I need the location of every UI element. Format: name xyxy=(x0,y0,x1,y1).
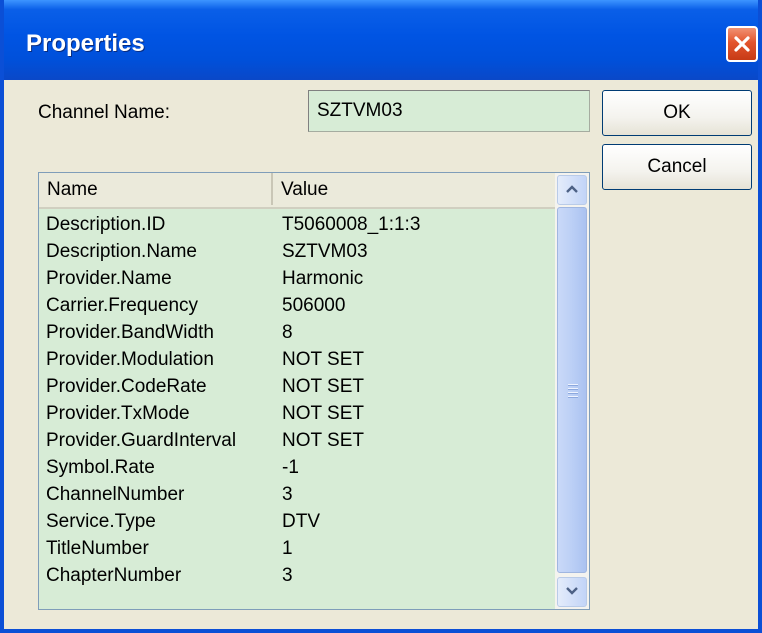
chevron-down-icon xyxy=(565,583,579,601)
list-row[interactable]: Provider.Modulation NOT SET xyxy=(39,346,555,373)
row-name: Description.Name xyxy=(46,241,197,262)
list-rows: Description.ID T5060008_1:1:3 Descriptio… xyxy=(39,211,555,589)
properties-list[interactable]: Name Value Description.ID T5060008_1:1:3… xyxy=(38,172,590,610)
row-name: TitleNumber xyxy=(46,538,149,559)
window-title: Properties xyxy=(26,30,145,57)
list-row[interactable]: TitleNumber 1 xyxy=(39,535,555,562)
list-row[interactable]: Description.ID T5060008_1:1:3 xyxy=(39,211,555,238)
scroll-up-button[interactable] xyxy=(557,175,587,205)
vertical-scrollbar[interactable] xyxy=(555,173,589,609)
list-header: Name Value xyxy=(39,173,555,209)
row-value: 1 xyxy=(282,538,293,559)
row-name: Carrier.Frequency xyxy=(46,295,199,316)
row-name: Service.Type xyxy=(46,511,156,532)
row-value: Harmonic xyxy=(282,268,364,289)
row-name: ChapterNumber xyxy=(46,565,182,586)
column-header-value[interactable]: Value xyxy=(273,173,555,205)
list-row[interactable]: Provider.CodeRate NOT SET xyxy=(39,373,555,400)
list-row[interactable]: ChannelNumber 3 xyxy=(39,481,555,508)
title-bar[interactable]: Properties xyxy=(4,0,758,80)
row-value: 3 xyxy=(282,484,293,505)
row-value: NOT SET xyxy=(282,403,364,424)
row-value: NOT SET xyxy=(282,430,364,451)
row-value: 8 xyxy=(282,322,293,343)
list-row[interactable]: Provider.BandWidth 8 xyxy=(39,319,555,346)
scrollbar-thumb[interactable] xyxy=(557,207,587,573)
channel-name-label: Channel Name: xyxy=(38,102,171,123)
row-value: SZTVM03 xyxy=(282,241,368,262)
row-value: 3 xyxy=(282,565,293,586)
row-value: 506000 xyxy=(282,295,346,316)
row-value: -1 xyxy=(282,457,299,478)
list-row[interactable]: Description.Name SZTVM03 xyxy=(39,238,555,265)
ok-button[interactable]: OK xyxy=(602,90,752,136)
row-name: Provider.BandWidth xyxy=(46,322,214,343)
scroll-down-button[interactable] xyxy=(557,577,587,607)
row-name: Provider.Name xyxy=(46,268,172,289)
cancel-button[interactable]: Cancel xyxy=(602,144,752,190)
row-value: DTV xyxy=(282,511,320,532)
row-value: NOT SET xyxy=(282,349,364,370)
row-name: Provider.GuardInterval xyxy=(46,430,237,451)
list-row[interactable]: Provider.TxMode NOT SET xyxy=(39,400,555,427)
channel-name-input[interactable] xyxy=(308,90,590,132)
list-row[interactable]: Symbol.Rate -1 xyxy=(39,454,555,481)
column-header-name[interactable]: Name xyxy=(39,173,273,205)
list-row[interactable]: Service.Type DTV xyxy=(39,508,555,535)
close-icon xyxy=(733,35,751,53)
list-row[interactable]: Carrier.Frequency 506000 xyxy=(39,292,555,319)
row-name: Provider.CodeRate xyxy=(46,376,207,397)
list-row[interactable]: Provider.Name Harmonic xyxy=(39,265,555,292)
properties-dialog: Properties Channel Name: OK Cancel Name … xyxy=(0,0,762,633)
row-name: Provider.Modulation xyxy=(46,349,214,370)
row-value: NOT SET xyxy=(282,376,364,397)
list-row[interactable]: ChapterNumber 3 xyxy=(39,562,555,589)
row-name: Description.ID xyxy=(46,214,166,235)
close-button[interactable] xyxy=(726,26,758,62)
scrollbar-grip-icon xyxy=(568,384,578,400)
row-name: ChannelNumber xyxy=(46,484,185,505)
row-name: Symbol.Rate xyxy=(46,457,155,478)
row-name: Provider.TxMode xyxy=(46,403,190,424)
chevron-up-icon xyxy=(565,181,579,199)
list-row[interactable]: Provider.GuardInterval NOT SET xyxy=(39,427,555,454)
row-value: T5060008_1:1:3 xyxy=(282,214,421,235)
